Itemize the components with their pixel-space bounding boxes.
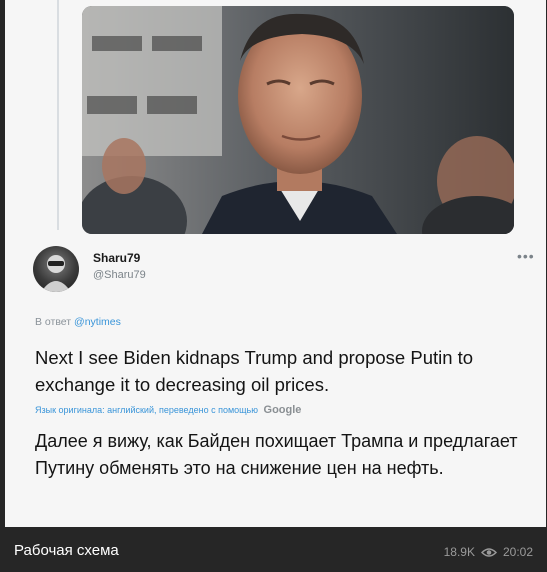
avatar[interactable] [33, 246, 79, 292]
avatar-image [41, 255, 71, 292]
eye-icon [480, 547, 498, 558]
reply-prefix: В ответ [35, 316, 72, 328]
user-handle[interactable]: @Sharu79 [93, 269, 146, 281]
reply-mention-link[interactable]: @nytimes [74, 316, 121, 328]
post-frame: Sharu79 @Sharu79 ••• В ответ @nytimes Ne… [0, 0, 547, 572]
tweet-header: Sharu79 @Sharu79 ••• [33, 246, 535, 296]
tweet-text-original: Next I see Biden kidnaps Trump and propo… [35, 347, 474, 395]
photo-image [82, 6, 514, 234]
reply-to: В ответ @nytimes [35, 316, 121, 328]
translation-note-text: Язык оригинала: английский, переведено с… [35, 405, 259, 415]
tweet-screenshot[interactable]: Sharu79 @Sharu79 ••• В ответ @nytimes Ne… [5, 0, 546, 527]
tweet-text-translated: Далее я вижу, как Байден похищает Трампа… [35, 431, 518, 478]
tweet-photo[interactable] [82, 6, 514, 234]
view-count: 18.9K [443, 545, 475, 559]
display-name[interactable]: Sharu79 [93, 251, 140, 265]
post-caption-bar: Рабочая схема 18.9K 20:02 [0, 527, 547, 572]
translation-note: Язык оригинала: английский, переведено с… [35, 404, 301, 416]
thread-line [57, 0, 59, 230]
post-meta: 18.9K 20:02 [444, 545, 533, 559]
more-horizontal-icon[interactable]: ••• [517, 248, 535, 264]
post-time: 20:02 [502, 545, 533, 559]
post-caption: Рабочая схема [14, 542, 119, 559]
google-logo: Google [263, 404, 302, 416]
